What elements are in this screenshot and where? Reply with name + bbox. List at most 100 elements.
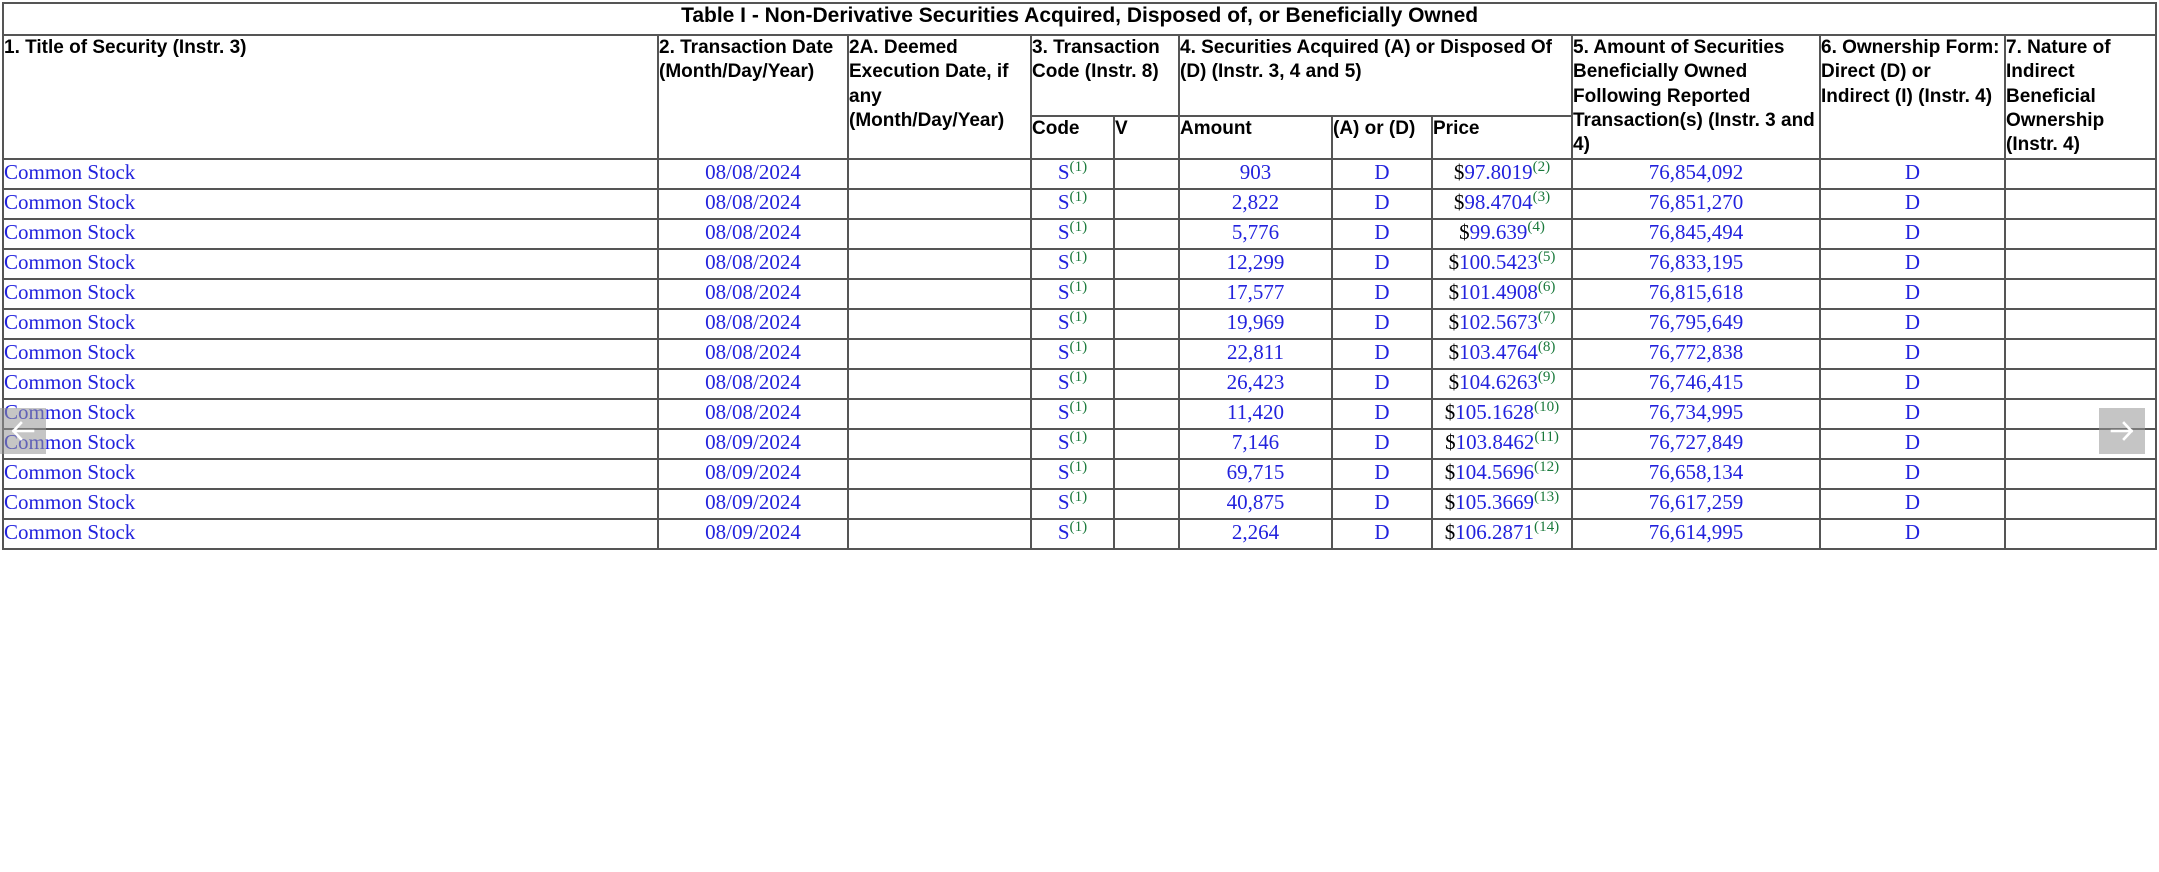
cell-nature-indirect-ownership bbox=[2003, 487, 2158, 520]
transaction-code-value: S bbox=[1057, 459, 1070, 484]
code-footnote-link[interactable]: (1) bbox=[1070, 249, 1088, 265]
cell-deemed-execution-date bbox=[847, 457, 1032, 490]
cell-deemed-execution-date bbox=[847, 187, 1032, 220]
currency-symbol: $ bbox=[1448, 339, 1460, 364]
cell-amount: 11,420 bbox=[1178, 397, 1333, 430]
price-footnote-link[interactable]: (8) bbox=[1538, 339, 1556, 355]
price-footnote-link[interactable]: (4) bbox=[1527, 219, 1545, 235]
price-footnote-link[interactable]: (14) bbox=[1534, 519, 1559, 535]
table-row: Common Stock 08/08/2024 S(1) 11,420 D $105.16… bbox=[2, 397, 2158, 430]
cell-deemed-execution-date bbox=[847, 277, 1032, 310]
cell-price: $102.5673(7) bbox=[1431, 307, 1573, 340]
code-footnote-link[interactable]: (1) bbox=[1070, 279, 1088, 295]
currency-symbol: $ bbox=[1448, 309, 1460, 334]
price-footnote-link[interactable]: (11) bbox=[1534, 429, 1559, 445]
cell-title-of-security[interactable]: Common Stock bbox=[2, 457, 659, 490]
security-link[interactable]: Common Stock bbox=[4, 220, 135, 244]
table-row: Common Stock 08/08/2024 S(1) 19,969 D $102.56… bbox=[2, 307, 2158, 340]
cell-acquired-or-disposed: D bbox=[1331, 187, 1433, 220]
header-deemed-execution-date: 2A. Deemed Execution Date, if any (Month… bbox=[847, 34, 1032, 160]
price-value: 97.8019 bbox=[1464, 159, 1533, 184]
security-link[interactable]: Common Stock bbox=[4, 310, 135, 334]
price-footnote-link[interactable]: (5) bbox=[1538, 249, 1556, 265]
cell-acquired-or-disposed: D bbox=[1331, 397, 1433, 430]
cell-transaction-date: 08/08/2024 bbox=[657, 277, 849, 310]
cell-nature-indirect-ownership bbox=[2003, 367, 2158, 400]
cell-transaction-code: S(1) bbox=[1030, 307, 1115, 340]
table-row: Common Stock 08/08/2024 S(1) 5,776 D $99.639(… bbox=[2, 217, 2158, 250]
cell-title-of-security[interactable]: Common Stock bbox=[2, 187, 659, 220]
table-row: Common Stock 08/09/2024 S(1) 40,875 D $105.36… bbox=[2, 487, 2158, 520]
security-link[interactable]: Common Stock bbox=[4, 280, 135, 304]
subheader-amount: Amount bbox=[1178, 115, 1333, 160]
price-footnote-link[interactable]: (3) bbox=[1533, 189, 1551, 205]
cell-title-of-security[interactable]: Common Stock bbox=[2, 487, 659, 520]
header-ownership-form: 6. Ownership Form: Direct (D) or Indirec… bbox=[1819, 34, 2006, 160]
cell-nature-indirect-ownership bbox=[2003, 217, 2158, 250]
code-footnote-link[interactable]: (1) bbox=[1070, 399, 1088, 415]
cell-price: $98.4704(3) bbox=[1431, 187, 1573, 220]
cell-deemed-execution-date bbox=[847, 517, 1032, 550]
security-link[interactable]: Common Stock bbox=[4, 190, 135, 214]
cell-price: $101.4908(6) bbox=[1431, 277, 1573, 310]
code-footnote-link[interactable]: (1) bbox=[1070, 429, 1088, 445]
cell-title-of-security[interactable]: Common Stock bbox=[2, 277, 659, 310]
security-link[interactable]: Common Stock bbox=[4, 490, 135, 514]
code-footnote-link[interactable]: (1) bbox=[1070, 189, 1088, 205]
cell-price: $105.3669(13) bbox=[1431, 487, 1573, 520]
price-footnote-link[interactable]: (9) bbox=[1538, 369, 1556, 385]
header-securities-acquired-disposed: 4. Securities Acquired (A) or Disposed O… bbox=[1178, 33, 1573, 118]
carousel-prev-button[interactable] bbox=[0, 408, 46, 454]
cell-title-of-security[interactable]: Common Stock bbox=[2, 307, 659, 340]
cell-title-of-security[interactable]: Common Stock bbox=[2, 157, 659, 190]
carousel-next-button[interactable] bbox=[2099, 408, 2145, 454]
price-footnote-link[interactable]: (2) bbox=[1533, 159, 1551, 175]
security-link[interactable]: Common Stock bbox=[4, 460, 135, 484]
code-footnote-link[interactable]: (1) bbox=[1070, 489, 1088, 505]
table-row: Common Stock 08/09/2024 S(1) 2,264 D $106.287… bbox=[2, 517, 2158, 550]
currency-symbol: $ bbox=[1453, 189, 1465, 214]
code-footnote-link[interactable]: (1) bbox=[1070, 369, 1088, 385]
cell-transaction-code: S(1) bbox=[1030, 517, 1115, 550]
security-link[interactable]: Common Stock bbox=[4, 160, 135, 184]
table-row: Common Stock 08/08/2024 S(1) 26,423 D $104.62… bbox=[2, 367, 2158, 400]
code-footnote-link[interactable]: (1) bbox=[1070, 519, 1088, 535]
currency-symbol: $ bbox=[1459, 219, 1470, 244]
cell-ownership-form: D bbox=[1819, 217, 2006, 250]
cell-acquired-or-disposed: D bbox=[1331, 517, 1433, 550]
cell-title-of-security[interactable]: Common Stock bbox=[2, 427, 659, 460]
price-footnote-link[interactable]: (10) bbox=[1534, 399, 1559, 415]
arrow-right-icon bbox=[2109, 421, 2135, 441]
cell-amount: 17,577 bbox=[1178, 277, 1333, 310]
code-footnote-link[interactable]: (1) bbox=[1070, 339, 1088, 355]
price-footnote-link[interactable]: (13) bbox=[1534, 489, 1559, 505]
cell-v bbox=[1113, 427, 1180, 460]
security-link[interactable]: Common Stock bbox=[4, 340, 135, 364]
cell-ownership-form: D bbox=[1819, 157, 2006, 190]
price-footnote-link[interactable]: (12) bbox=[1534, 459, 1559, 475]
code-footnote-link[interactable]: (1) bbox=[1070, 159, 1088, 175]
code-footnote-link[interactable]: (1) bbox=[1070, 309, 1088, 325]
cell-title-of-security[interactable]: Common Stock bbox=[2, 337, 659, 370]
cell-price: $100.5423(5) bbox=[1431, 247, 1573, 280]
cell-title-of-security[interactable]: Common Stock bbox=[2, 367, 659, 400]
cell-transaction-code: S(1) bbox=[1030, 277, 1115, 310]
security-link[interactable]: Common Stock bbox=[4, 250, 135, 274]
cell-title-of-security[interactable]: Common Stock bbox=[2, 247, 659, 280]
cell-price: $106.2871(14) bbox=[1431, 517, 1573, 550]
security-link[interactable]: Common Stock bbox=[4, 520, 135, 544]
code-footnote-link[interactable]: (1) bbox=[1070, 219, 1088, 235]
security-link[interactable]: Common Stock bbox=[4, 370, 135, 394]
code-footnote-link[interactable]: (1) bbox=[1070, 459, 1088, 475]
cell-title-of-security[interactable]: Common Stock bbox=[2, 517, 659, 550]
price-footnote-link[interactable]: (6) bbox=[1538, 279, 1556, 295]
cell-transaction-code: S(1) bbox=[1030, 397, 1115, 430]
cell-ownership-form: D bbox=[1819, 457, 2006, 490]
price-footnote-link[interactable]: (7) bbox=[1538, 309, 1556, 325]
cell-transaction-code: S(1) bbox=[1030, 367, 1115, 400]
cell-price: $99.639(4) bbox=[1431, 217, 1573, 250]
cell-title-of-security[interactable]: Common Stock bbox=[2, 397, 659, 430]
cell-title-of-security[interactable]: Common Stock bbox=[2, 217, 659, 250]
cell-nature-indirect-ownership bbox=[2003, 277, 2158, 310]
cell-amount: 2,264 bbox=[1178, 517, 1333, 550]
